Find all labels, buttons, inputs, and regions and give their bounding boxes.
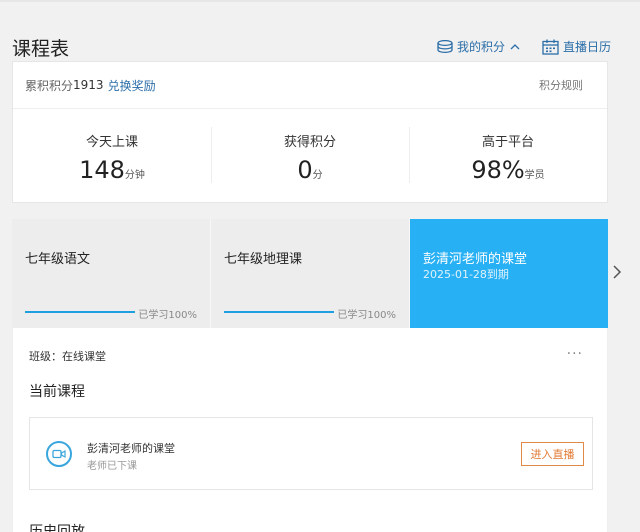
course-expiry-date: 2025-01-28到期 (423, 268, 509, 281)
top-border (0, 0, 640, 2)
points-summary: 累积积分 1913 兑换奖励 积分规则 (13, 62, 607, 109)
class-name: 班级：在线课堂 (29, 350, 106, 363)
course-tabs: 七年级语文 已学习100% 七年级地理课 已学习100% 彭清河老师的课堂 20… (12, 219, 608, 336)
points-rules-link[interactable]: 积分规则 (539, 77, 595, 93)
stat-unit: 学员 (524, 170, 545, 181)
stat-label: 高于平台 (481, 135, 534, 150)
coins-stack-icon (437, 39, 453, 53)
stat-above-platform: 高于平台 98%学员 (409, 109, 607, 203)
course-tab-chinese[interactable]: 七年级语文 已学习100% (12, 219, 211, 328)
accumulated-points-label: 累积积分 (25, 78, 74, 93)
progress-bar (25, 311, 135, 313)
stat-unit: 分 (312, 170, 323, 181)
stat-value: 0 (297, 156, 313, 184)
stat-label: 今天上课 (85, 135, 138, 150)
stat-value: 98% (471, 156, 525, 184)
stat-label: 获得积分 (283, 135, 336, 150)
stat-points-earned: 获得积分 0分 (211, 109, 409, 203)
course-tab-teacher-classroom[interactable]: 彭清河老师的课堂 2025-01-28到期 (410, 219, 608, 336)
live-calendar-label: 直播日历 (563, 40, 612, 54)
progress-text: 已学习100% (337, 310, 396, 321)
lesson-name: 彭清河老师的课堂 (87, 442, 175, 455)
stat-unit: 分钟 (124, 170, 145, 181)
redeem-rewards-link[interactable]: 兑换奖励 (108, 77, 156, 94)
enter-live-button[interactable]: 进入直播 (521, 442, 584, 466)
more-options-button[interactable]: ··· (567, 346, 583, 362)
my-points-toggle[interactable]: 我的积分 (437, 38, 524, 55)
stats-row: 今天上课 148分钟 获得积分 0分 高于平台 98%学员 (13, 109, 607, 203)
history-replay-heading: 历史回放 (29, 524, 85, 532)
progress-text: 已学习100% (138, 310, 197, 321)
accumulated-points-value: 1913 (73, 78, 104, 92)
page-title: 课程表 (12, 38, 70, 60)
calendar-icon (542, 39, 559, 55)
course-title: 七年级地理课 (224, 252, 303, 267)
chevron-right-icon[interactable] (612, 264, 622, 280)
lesson-status: 老师已下课 (87, 461, 137, 472)
video-camera-icon (46, 441, 72, 467)
lesson-card: 彭清河老师的课堂 老师已下课 进入直播 (29, 417, 593, 490)
points-card: 累积积分 1913 兑换奖励 积分规则 今天上课 148分钟 获得积分 0分 高… (12, 61, 608, 203)
course-title: 七年级语文 (25, 252, 91, 267)
course-detail-panel: 班级：在线课堂 ··· 当前课程 彭清河老师的课堂 老师已下课 进入直播 历史回… (12, 328, 608, 532)
live-calendar-link[interactable]: 直播日历 (542, 38, 611, 55)
stat-today-class: 今天上课 148分钟 (13, 109, 211, 203)
chevron-up-icon (510, 44, 520, 50)
my-points-label: 我的积分 (457, 40, 506, 54)
stat-value: 148 (79, 156, 125, 184)
current-course-heading: 当前课程 (29, 384, 85, 400)
course-tab-geography[interactable]: 七年级地理课 已学习100% (211, 219, 410, 328)
progress-bar (224, 311, 334, 313)
course-title: 彭清河老师的课堂 (423, 252, 528, 267)
